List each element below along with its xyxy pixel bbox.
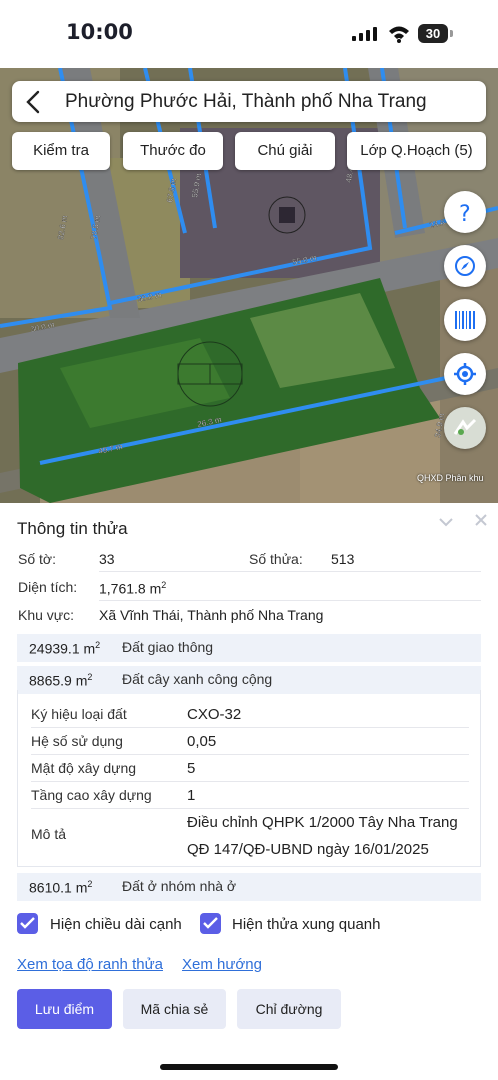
- battery-nub: [450, 30, 453, 37]
- zone-details: Ký hiệu loại đất CXO-32 Hệ số sử dụng 0,…: [17, 690, 481, 867]
- view-coordinates-link[interactable]: Xem tọa độ ranh thửa: [17, 956, 163, 973]
- mo-ta-line2: QĐ 147/QĐ-UBND ngày 16/01/2025: [187, 841, 429, 858]
- map-thumbnail-icon: [453, 418, 477, 435]
- edge-label: 55.9 m: [190, 172, 203, 198]
- directions-button[interactable]: Chỉ đường: [237, 989, 341, 1029]
- location-title: Phường Phước Hải, Thành phố Nha Trang: [65, 91, 427, 112]
- edge-label: 49.7 m: [98, 442, 124, 456]
- khu-vuc-label: Khu vực:: [18, 607, 75, 623]
- divider: [99, 600, 481, 601]
- mat-do-value: 5: [187, 760, 196, 777]
- edge-label: 30.0 m: [137, 290, 163, 304]
- so-thua-label: Số thửa:: [249, 551, 303, 567]
- so-to-value: 33: [99, 551, 115, 567]
- question-icon: ?: [459, 202, 471, 224]
- back-arrow-icon[interactable]: [24, 90, 44, 114]
- view-direction-link[interactable]: Xem hướng: [182, 956, 262, 973]
- edge-length-label[interactable]: Hiện chiều dài cạnh: [50, 916, 182, 933]
- checkmark-icon: [203, 917, 218, 929]
- edge-label: 67.8 m: [165, 177, 178, 203]
- legend-button[interactable]: Chú giải: [235, 132, 335, 170]
- so-to-label: Số tờ:: [18, 551, 56, 567]
- battery-icon: 30: [418, 24, 448, 43]
- edge-label: 82.6 m: [56, 214, 69, 240]
- edge-label: 78.5 m: [89, 214, 102, 240]
- my-location-button[interactable]: [444, 353, 486, 395]
- share-code-button[interactable]: Mã chia sẻ: [123, 989, 226, 1029]
- khu-vuc-value: Xã Vĩnh Thái, Thành phố Nha Trang: [99, 607, 324, 623]
- map-attribution: QHXD Phân khu: [417, 473, 484, 483]
- location-header[interactable]: Phường Phước Hải, Thành phố Nha Trang: [12, 81, 486, 122]
- measure-button[interactable]: Thước đo: [123, 132, 223, 170]
- he-so-label: Hệ số sử dụng: [31, 733, 123, 749]
- chevron-down-icon[interactable]: [438, 515, 454, 529]
- dien-tich-label: Diện tích:: [18, 579, 78, 595]
- help-button[interactable]: ?: [444, 191, 486, 233]
- planning-layers-button[interactable]: Lớp Q.Hoạch (5): [347, 132, 486, 170]
- he-so-value: 0,05: [187, 733, 217, 750]
- cellular-signal-icon: [352, 27, 377, 41]
- zone-row-transport[interactable]: 24939.1 m2 Đất giao thông: [17, 634, 481, 662]
- compass-button[interactable]: [444, 245, 486, 287]
- mo-ta-line1: Điều chỉnh QHPK 1/2000 Tây Nha Trang: [187, 814, 458, 831]
- so-thua-value: 513: [331, 551, 355, 567]
- barcode-scan-button[interactable]: [444, 299, 486, 341]
- tang-cao-label: Tầng cao xây dựng: [31, 787, 152, 803]
- mo-ta-label: Mô tả: [31, 826, 67, 842]
- neighbors-checkbox[interactable]: [200, 913, 221, 934]
- divider: [99, 571, 481, 572]
- check-button[interactable]: Kiểm tra: [12, 132, 110, 170]
- edge-label: 26.3 m: [197, 415, 223, 429]
- mat-do-label: Mật độ xây dựng: [31, 760, 137, 776]
- wifi-icon: [389, 26, 409, 43]
- edge-label: 24.6: [429, 218, 447, 230]
- svg-text:?: ?: [459, 202, 471, 224]
- compass-icon: [455, 256, 475, 276]
- zone-row-residential[interactable]: 8610.1 m2 Đất ở nhóm nhà ở: [17, 873, 481, 901]
- ky-hieu-label: Ký hiệu loại đất: [31, 706, 127, 722]
- edge-label: 30.0 m: [30, 320, 56, 334]
- barcode-icon: [455, 311, 475, 329]
- crosshair-icon: [454, 363, 476, 385]
- status-time: 10:00: [66, 20, 133, 44]
- checkmark-icon: [20, 917, 35, 929]
- base-map-button[interactable]: [444, 407, 486, 449]
- neighbors-label[interactable]: Hiện thửa xung quanh: [232, 916, 380, 933]
- close-icon[interactable]: [474, 513, 488, 527]
- save-point-button[interactable]: Lưu điểm: [17, 989, 112, 1029]
- status-bar: 10:00 30: [0, 0, 498, 68]
- parcel-info-panel: Thông tin thửa Số tờ: 33 Số thửa: 513 Di…: [0, 503, 498, 1080]
- ky-hieu-value: CXO-32: [187, 706, 242, 723]
- dien-tich-value: 1,761.8 m2: [99, 580, 167, 597]
- panel-title: Thông tin thửa: [17, 519, 128, 538]
- edge-label: 55.0 m: [292, 253, 318, 267]
- edge-length-checkbox[interactable]: [17, 913, 38, 934]
- tang-cao-value: 1: [187, 787, 196, 804]
- home-indicator[interactable]: [160, 1064, 338, 1070]
